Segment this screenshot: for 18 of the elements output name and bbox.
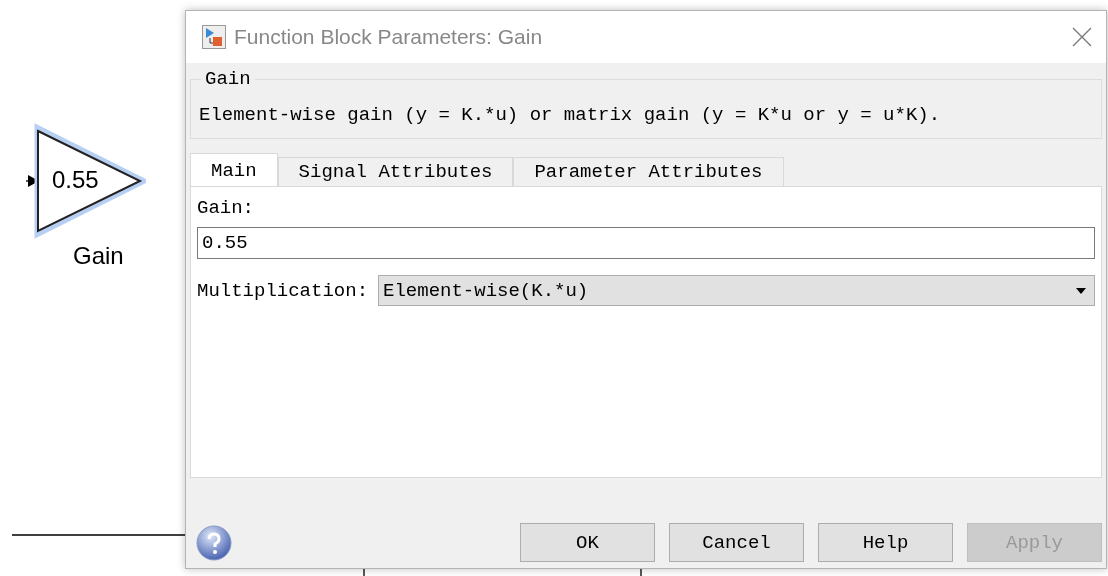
tab[interactable]: Main (190, 153, 278, 186)
tab[interactable]: Signal Attributes (277, 157, 514, 186)
tab[interactable]: Parameter Attributes (513, 157, 784, 186)
dialog-button[interactable]: OK (520, 523, 655, 562)
multiplication-label: Multiplication: (197, 279, 369, 302)
window-title: Function Block Parameters: Gain (234, 25, 544, 49)
help-icon[interactable] (196, 524, 232, 561)
gain-value: 0.55 (52, 166, 99, 194)
dialog-button[interactable]: Help (818, 523, 953, 562)
block-icon (202, 25, 226, 49)
gain-field[interactable]: 0.55 (197, 227, 1095, 259)
multiplication-dropdown[interactable]: Element-wise(K.*u) (378, 275, 1095, 306)
block-label: Gain (73, 242, 124, 270)
block-description: Element-wise gain (y = K.*u) or matrix gain (y = K*u or y = u*K). (199, 104, 941, 126)
gain-label: Gain: (197, 197, 255, 219)
caret-icon (1076, 287, 1086, 294)
close-icon[interactable] (1072, 27, 1092, 47)
dialog-button[interactable]: Cancel (669, 523, 804, 562)
